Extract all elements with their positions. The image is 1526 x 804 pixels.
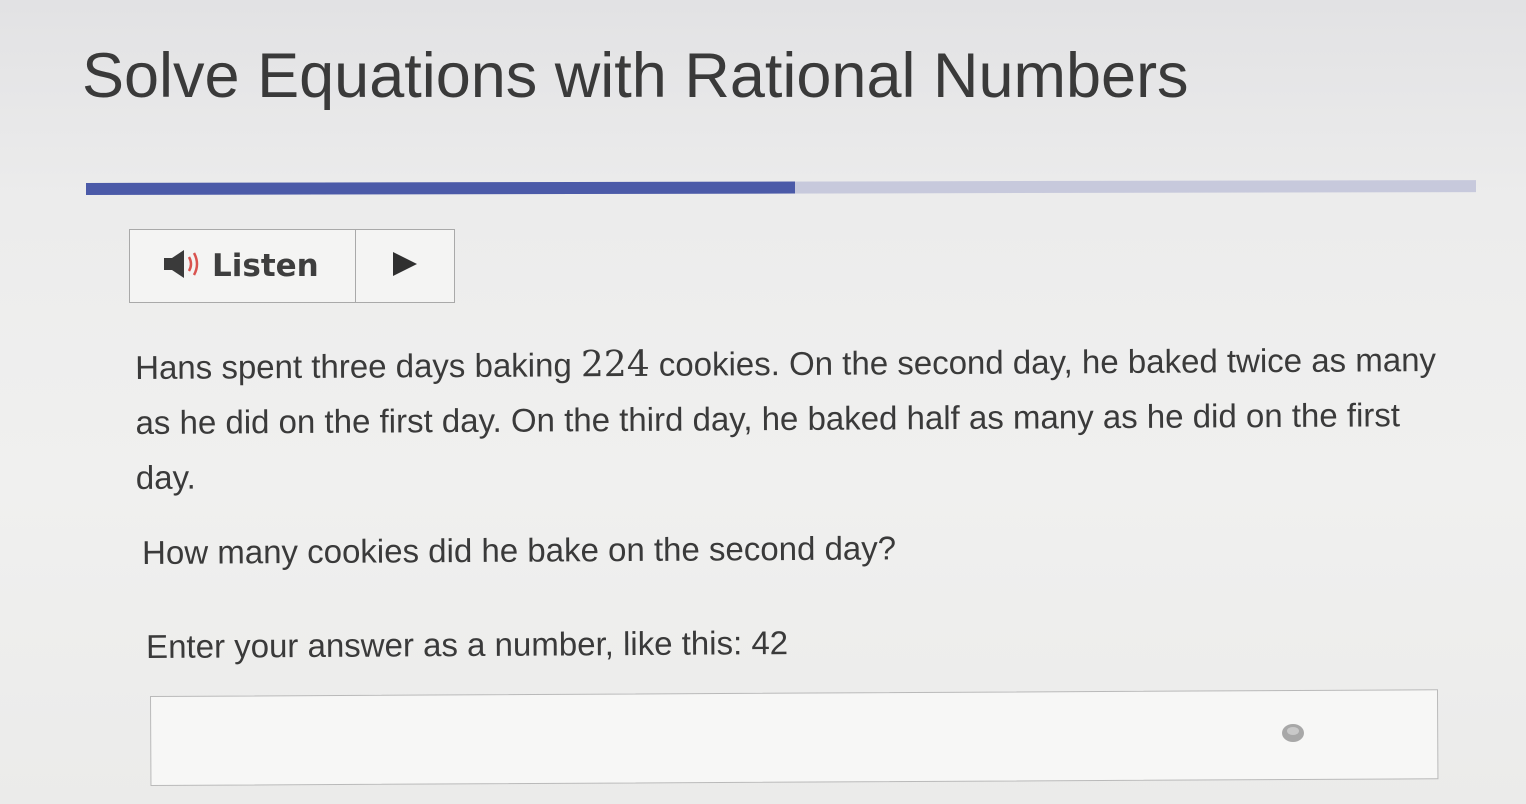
play-icon bbox=[390, 250, 420, 283]
play-button[interactable] bbox=[356, 230, 454, 302]
question-prompt: How many cookies did he bake on the seco… bbox=[142, 529, 897, 571]
listen-button[interactable]: Listen bbox=[130, 230, 356, 302]
answer-input[interactable] bbox=[150, 689, 1439, 786]
question-text: Hans spent three days baking 224 cookies… bbox=[135, 332, 1456, 505]
answer-instructions: Enter your answer as a number, like this… bbox=[146, 624, 789, 665]
progress-bar bbox=[85, 180, 1477, 195]
listen-label: Listen bbox=[212, 248, 319, 284]
listen-control: Listen bbox=[129, 229, 455, 303]
cookie-total: 224 bbox=[580, 343, 650, 386]
speaker-icon bbox=[162, 247, 204, 286]
question-text-part1: Hans spent three days baking bbox=[135, 346, 582, 386]
progress-bar-fill bbox=[85, 181, 795, 195]
input-indicator-icon bbox=[1280, 722, 1306, 744]
question-paragraph: Hans spent three days baking 224 cookies… bbox=[135, 332, 1456, 505]
page-title: Solve Equations with Rational Numbers bbox=[82, 41, 1189, 111]
